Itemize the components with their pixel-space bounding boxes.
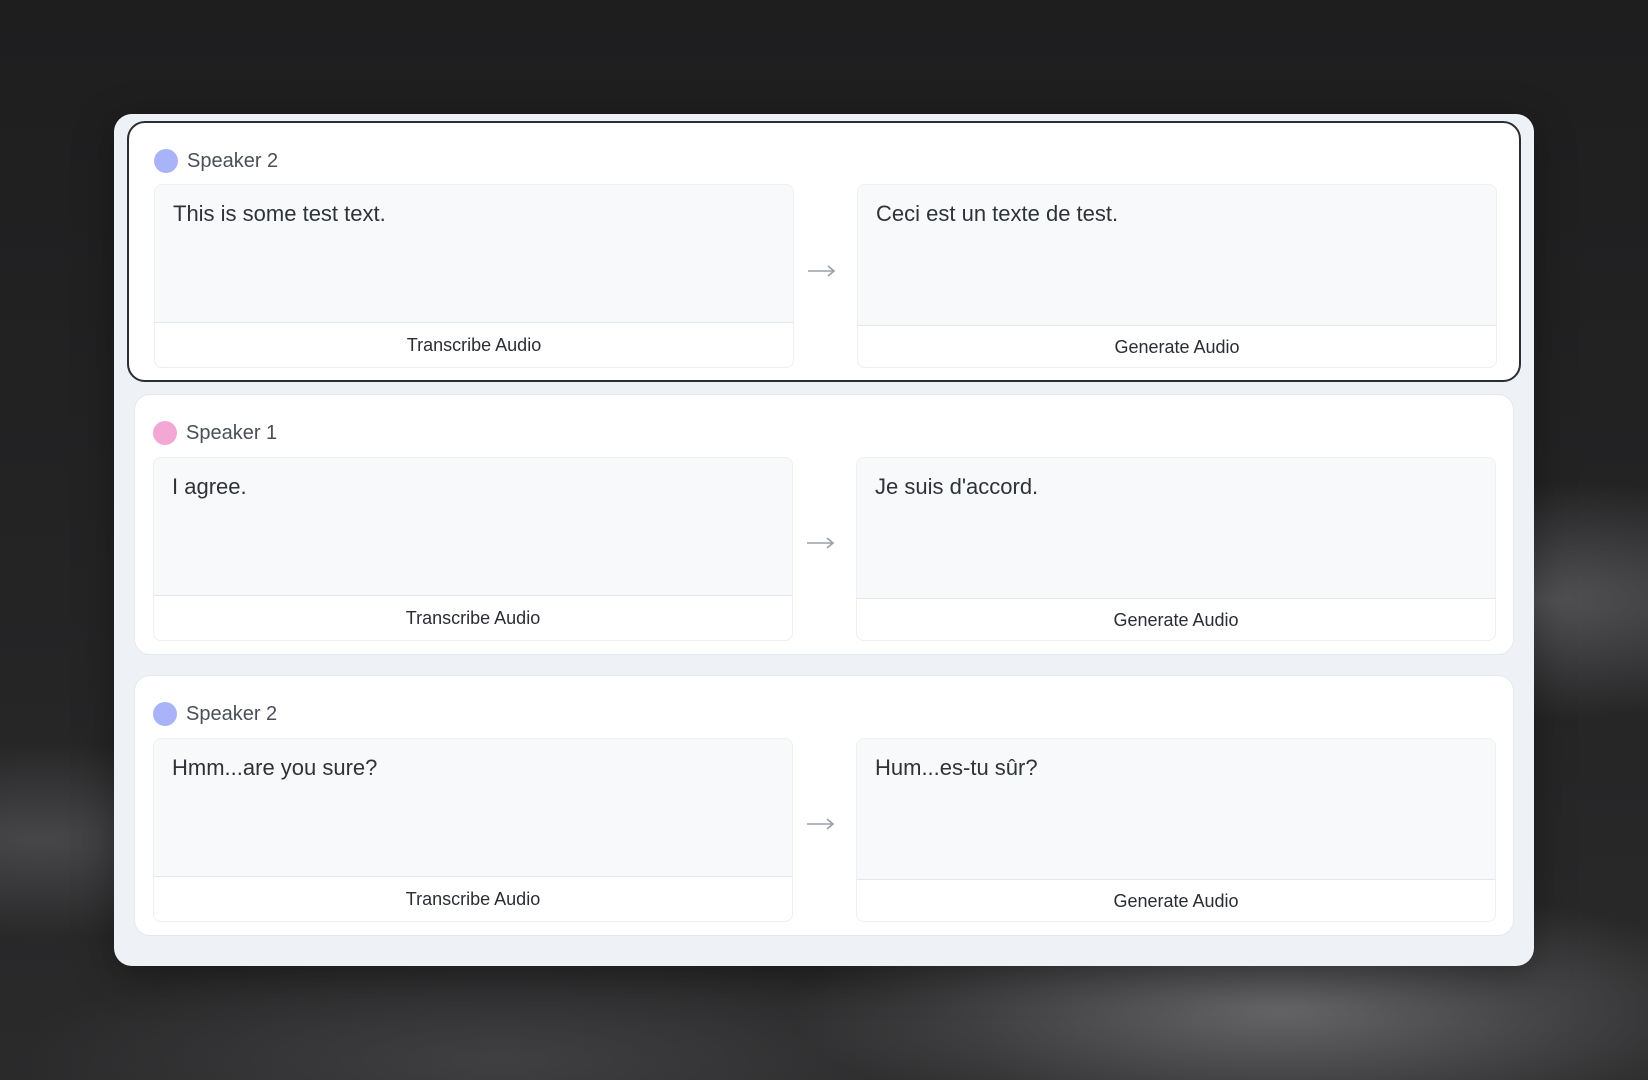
source-text-box: This is some test text. Transcribe Audio <box>154 184 794 368</box>
transcribe-audio-button[interactable]: Transcribe Audio <box>154 596 792 629</box>
speaker-color-dot <box>154 149 178 173</box>
source-text-field[interactable]: This is some test text. <box>155 185 793 323</box>
target-text-field[interactable]: Hum...es-tu sûr? <box>857 739 1495 880</box>
speaker-color-dot <box>153 702 177 726</box>
dubbing-editor-panel: Speaker 2 This is some test text. Transc… <box>114 114 1534 966</box>
arrow-right-icon <box>807 537 835 549</box>
generate-audio-button[interactable]: Generate Audio <box>858 326 1496 358</box>
transcribe-audio-button[interactable]: Transcribe Audio <box>154 877 792 910</box>
speaker-label: Speaker 2 <box>154 149 278 173</box>
target-text-field[interactable]: Ceci est un texte de test. <box>858 185 1496 326</box>
segment-card[interactable]: Speaker 1 I agree. Transcribe Audio Je s… <box>134 394 1514 655</box>
segment-card[interactable]: Speaker 2 This is some test text. Transc… <box>127 121 1521 382</box>
source-text-field[interactable]: Hmm...are you sure? <box>154 739 792 877</box>
source-text-field[interactable]: I agree. <box>154 458 792 596</box>
target-text-box: Hum...es-tu sûr? Generate Audio <box>856 738 1496 922</box>
source-text-box: Hmm...are you sure? Transcribe Audio <box>153 738 793 922</box>
segment-card[interactable]: Speaker 2 Hmm...are you sure? Transcribe… <box>134 675 1514 936</box>
arrow-right-icon <box>808 265 836 277</box>
target-text-box: Je suis d'accord. Generate Audio <box>856 457 1496 641</box>
target-text-box: Ceci est un texte de test. Generate Audi… <box>857 184 1497 368</box>
speaker-label: Speaker 1 <box>153 421 277 445</box>
transcribe-audio-button[interactable]: Transcribe Audio <box>155 323 793 356</box>
speaker-name: Speaker 2 <box>187 149 279 172</box>
source-text-box: I agree. Transcribe Audio <box>153 457 793 641</box>
speaker-color-dot <box>153 421 177 445</box>
target-text-field[interactable]: Je suis d'accord. <box>857 458 1495 599</box>
generate-audio-button[interactable]: Generate Audio <box>857 599 1495 631</box>
arrow-right-icon <box>807 818 835 830</box>
speaker-name: Speaker 2 <box>186 702 278 725</box>
speaker-label: Speaker 2 <box>153 702 277 726</box>
speaker-name: Speaker 1 <box>186 421 278 444</box>
generate-audio-button[interactable]: Generate Audio <box>857 880 1495 912</box>
